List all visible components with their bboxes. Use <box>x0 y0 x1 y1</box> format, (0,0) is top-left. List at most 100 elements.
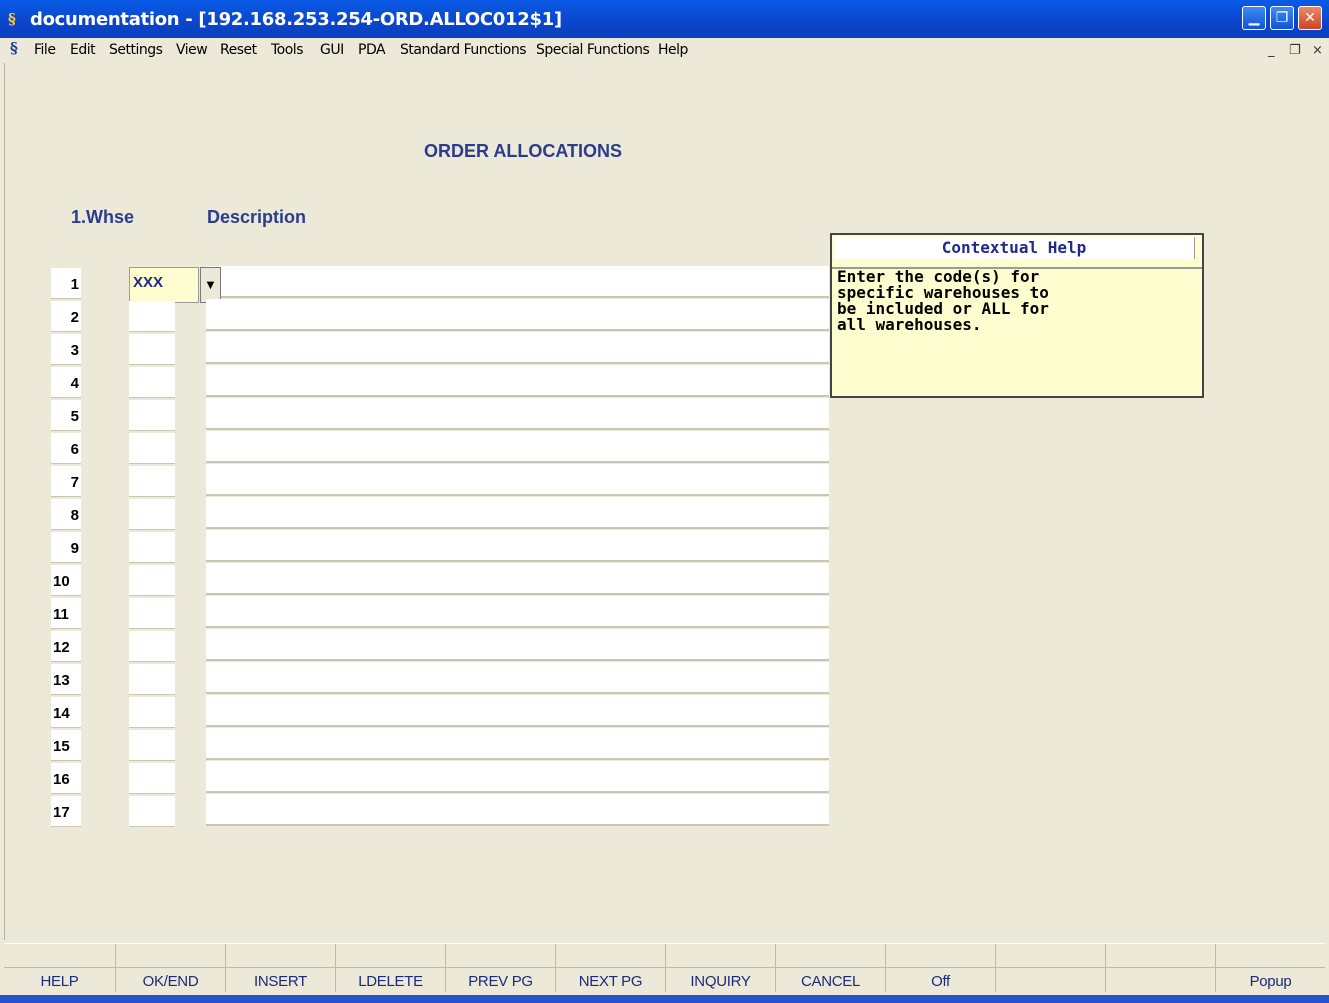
mdi-restore-icon[interactable]: ❐ <box>1289 43 1301 58</box>
row-number: 6 <box>51 433 81 464</box>
menu-pda[interactable]: PDA <box>358 42 386 58</box>
minimize-button[interactable]: ▁ <box>1242 6 1266 30</box>
fkey-insert[interactable]: INSERT <box>226 944 336 992</box>
menu-special-functions[interactable]: Special Functions <box>536 42 650 58</box>
menu-file[interactable]: File <box>34 42 56 58</box>
title-bar: § documentation - [192.168.253.254-ORD.A… <box>0 0 1329 38</box>
window-title: documentation - [192.168.253.254-ORD.ALL… <box>30 9 562 30</box>
description-field[interactable] <box>206 761 829 793</box>
menu-bar: § File Edit Settings View Reset Tools GU… <box>0 38 1329 62</box>
fkey-divider <box>226 967 335 968</box>
whse-input[interactable] <box>129 730 175 761</box>
page-title: ORDER ALLOCATIONS <box>424 141 622 161</box>
fkey-ldelete[interactable]: LDELETE <box>336 944 446 992</box>
fkey-divider <box>4 967 115 968</box>
function-key-bar: HELP OK/END INSERT LDELETE PREV PG NEXT … <box>4 943 1325 992</box>
row-number: 13 <box>51 664 81 695</box>
row-number-label: 11 <box>53 606 69 623</box>
menu-standard-functions[interactable]: Standard Functions <box>400 42 526 58</box>
mdi-minimize-icon[interactable]: _ <box>1268 43 1275 58</box>
whse-input-active[interactable]: XXX <box>129 267 199 303</box>
whse-input[interactable] <box>129 697 175 728</box>
row-number: 15 <box>51 730 81 761</box>
description-field[interactable] <box>206 365 829 397</box>
whse-input[interactable] <box>129 796 175 827</box>
description-field[interactable] <box>206 629 829 661</box>
close-button[interactable]: ✕ <box>1298 6 1322 30</box>
whse-input[interactable] <box>129 565 175 596</box>
contextual-help-text: Enter the code(s) for specific warehouse… <box>837 267 1049 334</box>
row-number: 17 <box>51 796 81 827</box>
row-number-label: 6 <box>70 441 79 458</box>
whse-input[interactable] <box>129 301 175 332</box>
row-number-label: 3 <box>70 342 79 359</box>
fkey-label: Off <box>931 973 950 990</box>
description-field[interactable] <box>206 794 829 826</box>
maximize-button[interactable]: ❐ <box>1270 6 1294 30</box>
description-field[interactable] <box>206 464 829 496</box>
description-field[interactable] <box>206 398 829 430</box>
row-number: 3 <box>51 334 81 365</box>
contextual-help-panel: Contextual Help Enter the code(s) for sp… <box>830 233 1204 398</box>
window-bottom-border <box>0 995 1329 1003</box>
whse-input[interactable] <box>129 532 175 563</box>
fkey-ok-end[interactable]: OK/END <box>116 944 226 992</box>
description-field[interactable] <box>206 728 829 760</box>
description-field[interactable] <box>206 431 829 463</box>
whse-input[interactable] <box>129 400 175 431</box>
whse-input[interactable] <box>129 433 175 464</box>
whse-input[interactable] <box>129 664 175 695</box>
fkey-help[interactable]: HELP <box>4 944 116 992</box>
whse-input[interactable] <box>129 631 175 662</box>
row-number-label: 15 <box>53 738 70 755</box>
menu-tools[interactable]: Tools <box>271 42 304 58</box>
description-field[interactable] <box>206 596 829 628</box>
fkey-blank-1[interactable] <box>996 944 1106 992</box>
fkey-off[interactable]: Off <box>886 944 996 992</box>
fkey-divider <box>886 967 995 968</box>
column-header-whse: 1.Whse <box>71 207 135 227</box>
fkey-inquiry[interactable]: INQUIRY <box>666 944 776 992</box>
description-field[interactable] <box>206 299 829 331</box>
menu-view[interactable]: View <box>176 42 208 58</box>
fkey-divider <box>336 967 445 968</box>
menu-reset[interactable]: Reset <box>220 42 257 58</box>
menu-help[interactable]: Help <box>658 42 688 58</box>
whse-input[interactable] <box>129 598 175 629</box>
fkey-label: NEXT PG <box>578 973 643 990</box>
description-field[interactable] <box>206 332 829 364</box>
fkey-label: INSERT <box>254 973 307 990</box>
menu-gui[interactable]: GUI <box>320 42 344 58</box>
dropdown-arrow-icon[interactable]: ▼ <box>200 267 221 303</box>
row-number-label: 8 <box>70 507 79 524</box>
row-number: 16 <box>51 763 81 794</box>
fkey-blank-2[interactable] <box>1106 944 1216 992</box>
menu-edit[interactable]: Edit <box>70 42 96 58</box>
description-field[interactable] <box>206 530 829 562</box>
whse-input[interactable] <box>129 334 175 365</box>
fkey-label: CANCEL <box>800 973 861 990</box>
description-field[interactable] <box>206 662 829 694</box>
fkey-label: LDELETE <box>358 973 423 990</box>
mdi-close-icon[interactable]: × <box>1312 43 1323 58</box>
row-number: 4 <box>51 367 81 398</box>
row-number: 10 <box>51 565 81 596</box>
whse-input[interactable] <box>129 499 175 530</box>
row-number-label: 17 <box>53 804 70 821</box>
fkey-next-pg[interactable]: NEXT PG <box>556 944 666 992</box>
fkey-prev-pg[interactable]: PREV PG <box>446 944 556 992</box>
whse-input[interactable] <box>129 466 175 497</box>
fkey-popup[interactable]: Popup <box>1216 944 1325 992</box>
whse-input[interactable] <box>129 367 175 398</box>
row-number: 7 <box>51 466 81 497</box>
row-number-label: 4 <box>70 375 79 392</box>
whse-input[interactable] <box>129 763 175 794</box>
menu-settings[interactable]: Settings <box>109 42 163 58</box>
row-number-label: 7 <box>70 474 79 491</box>
description-field[interactable] <box>206 497 829 529</box>
fkey-cancel[interactable]: CANCEL <box>776 944 886 992</box>
fkey-divider <box>556 967 665 968</box>
description-field[interactable] <box>206 695 829 727</box>
description-field[interactable] <box>206 563 829 595</box>
description-field[interactable] <box>206 266 829 298</box>
